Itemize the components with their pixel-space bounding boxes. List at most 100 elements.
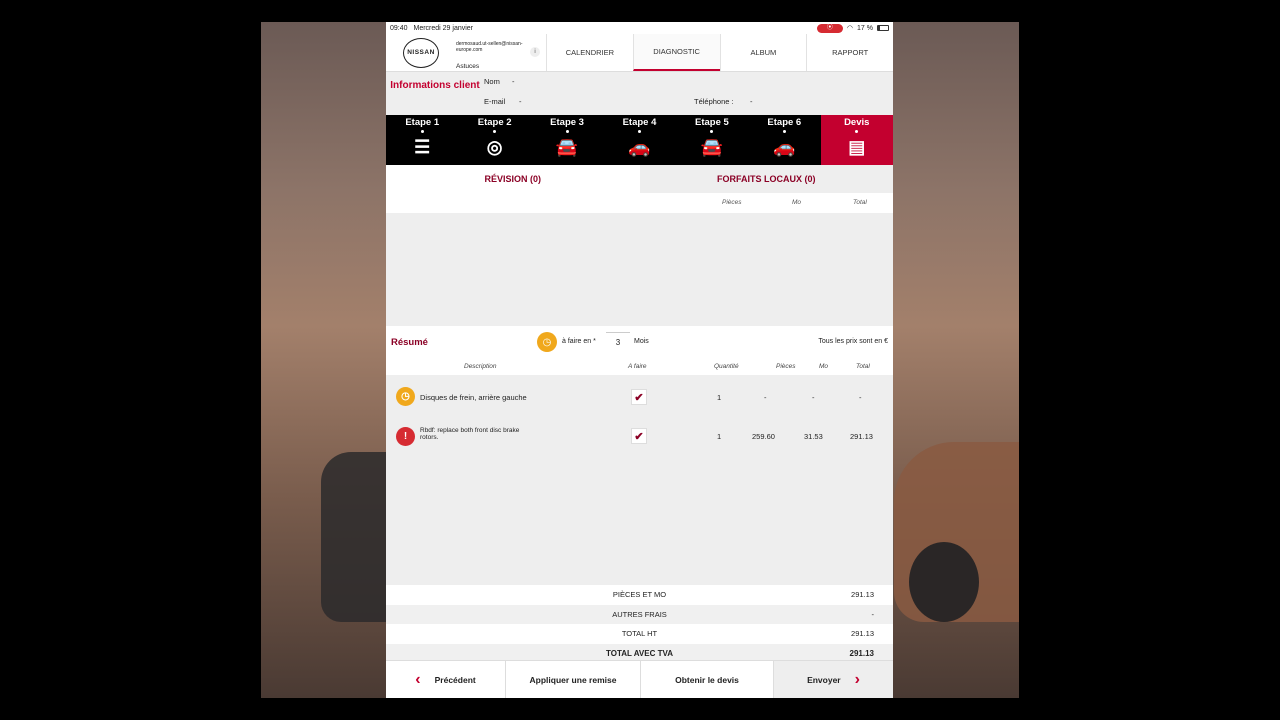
- col-pieces: Pièces: [722, 199, 742, 206]
- step-2-label: Etape 2: [477, 117, 512, 128]
- totals: PIÈCES ET MO 291.13 AUTRES FRAIS - TOTAL H…: [386, 585, 893, 663]
- send-label: Envoyer: [807, 674, 841, 685]
- revision-column-header: Pièces Mo Total: [386, 193, 893, 213]
- clock-status-icon: ◷: [396, 387, 415, 406]
- total-label: TOTAL AVEC TVA: [606, 648, 673, 658]
- chevron-left-icon: ‹: [415, 670, 421, 688]
- battery-percent: 17 %: [857, 24, 873, 32]
- screen-record-icon: ⦿: [816, 23, 843, 33]
- row-description: Rbdf: replace both front disc brake roto…: [420, 427, 520, 441]
- afaire-label: à faire en *: [562, 338, 596, 345]
- quote-document-icon: ▤: [848, 137, 866, 157]
- tab-diagnostic[interactable]: DIAGNOSTIC: [632, 34, 720, 71]
- user-panel: dermosaud.ut-sellen@nissan-europe.com As…: [456, 34, 546, 71]
- table-row: ! Rbdf: replace both front disc brake ro…: [386, 417, 893, 457]
- car-side-person-icon: 🚗: [773, 137, 796, 157]
- status-bar: 09:40 Mercredi 29 janvier ⦿ ◠ 17 %: [386, 22, 893, 34]
- step-bar: Etape 1 ☰ Etape 2 ◎ Etape 3 🚘 Etape 4 🚗 Etap…: [386, 115, 893, 165]
- client-info-title: Informations client: [390, 80, 480, 91]
- tab-forfaits-locaux[interactable]: FORFAITS LOCAUX (0): [639, 165, 893, 193]
- mois-label: Mois: [634, 338, 649, 345]
- revision-list: [386, 213, 893, 326]
- step-devis-label: Devis: [844, 117, 870, 128]
- step-6-label: Etape 6: [767, 117, 802, 128]
- step-devis[interactable]: Devis ▤: [820, 115, 893, 165]
- chevron-right-icon: ›: [854, 670, 860, 688]
- step-3-label: Etape 3: [550, 117, 584, 128]
- row-total: -: [859, 393, 862, 402]
- col-afaire: A faire: [628, 363, 647, 370]
- months-input[interactable]: 3: [606, 332, 630, 352]
- total-ht: TOTAL HT 291.13: [386, 624, 893, 644]
- row-pieces: -: [764, 393, 767, 402]
- quote-tabs: RÉVISION (0) FORFAITS LOCAUX (0): [386, 165, 893, 193]
- afaire-checkbox[interactable]: ✔: [631, 428, 647, 444]
- previous-button[interactable]: ‹ Précédent: [386, 661, 506, 698]
- row-quantity: 1: [717, 432, 722, 441]
- phone-label: Téléphone :: [694, 97, 734, 106]
- person-car-side-icon: 🚗: [628, 137, 651, 157]
- step-1[interactable]: Etape 1 ☰: [386, 115, 458, 165]
- status-date: Mercredi 29 janvier: [413, 24, 474, 32]
- tab-rapport[interactable]: RAPPORT: [806, 34, 893, 71]
- total-autres-frais: AUTRES FRAIS -: [386, 604, 893, 624]
- ipad-screen: 09:40 Mercredi 29 janvier ⦿ ◠ 17 % NISSA…: [386, 22, 893, 698]
- tab-calendrier[interactable]: CALENDRIER: [546, 34, 633, 71]
- total-value: -: [871, 609, 875, 619]
- resume-table: ◷ Disques de frein, arrière gauche ✔ 1 -…: [386, 375, 893, 585]
- row-description: Disques de frein, arrière gauche: [420, 393, 527, 402]
- status-time: 09:40: [390, 24, 408, 32]
- row-total: 291.13: [850, 432, 873, 441]
- wifi-icon: ◠: [846, 25, 854, 32]
- step-2[interactable]: Etape 2 ◎: [458, 115, 530, 165]
- resume-table-header: Description A faire Quantité Pièces Mo T…: [386, 360, 893, 375]
- steering-wheel-icon: ◎: [486, 137, 503, 157]
- previous-label: Précédent: [434, 674, 476, 685]
- info-icon[interactable]: i: [530, 47, 540, 57]
- background-wheel: [909, 542, 979, 622]
- row-mo: -: [812, 393, 815, 402]
- name-value: -: [512, 77, 515, 86]
- col-description: Description: [464, 363, 497, 370]
- afaire-checkbox[interactable]: ✔: [631, 389, 647, 405]
- row-pieces: 259.60: [752, 432, 775, 441]
- phone-value: -: [750, 97, 753, 106]
- total-label: PIÈCES ET MO: [612, 590, 667, 600]
- top-bar: NISSAN dermosaud.ut-sellen@nissan-europe…: [386, 34, 893, 72]
- email-value: -: [519, 97, 522, 106]
- email-label: E-mail: [484, 97, 506, 106]
- step-4[interactable]: Etape 4 🚗: [603, 115, 675, 165]
- get-quote-button[interactable]: Obtenir le devis: [641, 661, 774, 698]
- logo-text: NISSAN: [407, 49, 435, 56]
- step-4-label: Etape 4: [622, 117, 657, 128]
- total-value: 291.13: [851, 629, 874, 639]
- col-mo: Mo: [792, 199, 802, 206]
- total-value: 291.13: [851, 590, 874, 600]
- resume-header: Résumé ◷ à faire en * 3 Mois Tous les pr…: [386, 326, 893, 360]
- client-info: Informations client Nom - E-mail - Télép…: [386, 72, 893, 115]
- col-total: Total: [853, 199, 867, 206]
- total-pieces-mo: PIÈCES ET MO 291.13: [386, 585, 893, 605]
- total-label: TOTAL HT: [621, 629, 658, 639]
- footer-actions: ‹ Précédent Appliquer une remise Obtenir…: [386, 660, 893, 698]
- resume-title: Résumé: [391, 337, 428, 348]
- battery-icon: [877, 25, 889, 31]
- tips-link[interactable]: Astuces: [456, 63, 546, 70]
- col-total: Total: [856, 363, 870, 370]
- step-3[interactable]: Etape 3 🚘: [531, 115, 603, 165]
- total-label: AUTRES FRAIS: [612, 609, 667, 619]
- checklist-icon: ☰: [414, 137, 431, 157]
- apply-discount-button[interactable]: Appliquer une remise: [506, 661, 641, 698]
- step-6[interactable]: Etape 6 🚗: [748, 115, 820, 165]
- total-value: 291.13: [849, 648, 874, 658]
- row-mo: 31.53: [804, 432, 823, 441]
- send-button[interactable]: Envoyer ›: [774, 661, 893, 698]
- step-5[interactable]: Etape 5 🚘: [676, 115, 748, 165]
- tab-album[interactable]: ALBUM: [719, 34, 807, 71]
- warning-icon: !: [396, 427, 415, 446]
- nissan-logo: NISSAN: [386, 34, 456, 71]
- name-label: Nom: [484, 77, 500, 86]
- main-nav: CALENDRIER DIAGNOSTIC ALBUM RAPPORT: [546, 34, 893, 71]
- step-5-label: Etape 5: [695, 117, 729, 128]
- tab-revision[interactable]: RÉVISION (0): [386, 165, 640, 193]
